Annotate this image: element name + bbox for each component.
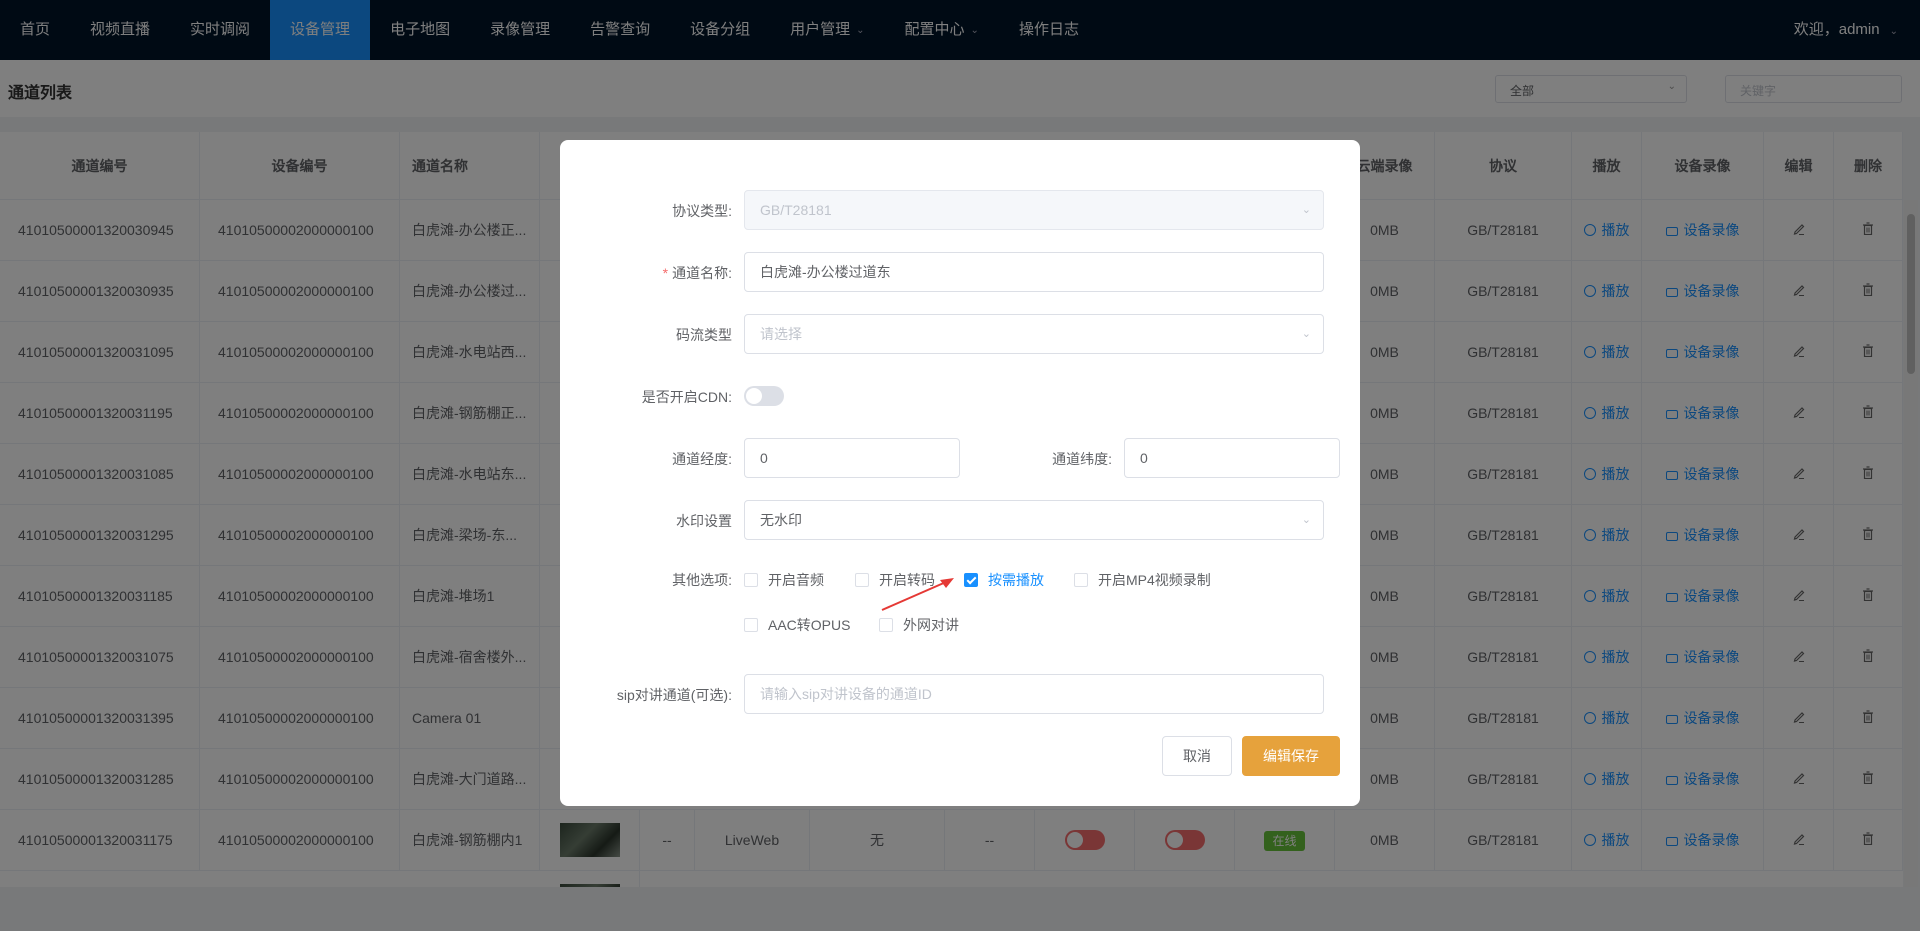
channel-name-label-text: 通道名称: xyxy=(672,265,732,281)
option-label: 开启MP4视频录制 xyxy=(1098,572,1211,588)
option-label: 开启音频 xyxy=(768,572,824,588)
edit-channel-dialog: 协议类型: GB/T28181 ⌄ * 通道名称: 白虎滩-办公楼过道东 码流类型 … xyxy=(560,140,1360,806)
checkbox[interactable] xyxy=(744,618,758,632)
checkbox[interactable] xyxy=(1074,573,1088,587)
option-enable-audio[interactable]: 开启音频 xyxy=(744,570,824,590)
cdn-label: 是否开启CDN: xyxy=(641,389,732,405)
annotation-arrow-icon xyxy=(881,578,954,611)
checkbox[interactable] xyxy=(879,618,893,632)
watermark-select[interactable]: 无水印 ⌄ xyxy=(744,500,1324,540)
stream-type-label: 码流类型 xyxy=(676,327,732,343)
protocol-label: 协议类型: xyxy=(672,203,732,219)
channel-name-label: * 通道名称: xyxy=(663,263,732,283)
required-marker: * xyxy=(662,265,669,281)
cancel-button[interactable]: 取消 xyxy=(1162,736,1232,776)
watermark-value: 无水印 xyxy=(760,512,802,528)
other-options-label: 其他选项: xyxy=(672,572,732,588)
sip-channel-label: sip对讲通道(可选): xyxy=(616,687,732,703)
latitude-label: 通道纬度: xyxy=(1052,451,1112,467)
latitude-input[interactable]: 0 xyxy=(1124,438,1340,478)
longitude-label: 通道经度: xyxy=(672,451,732,467)
checkbox[interactable] xyxy=(855,573,869,587)
stream-type-placeholder: 请选择 xyxy=(760,326,802,342)
cdn-toggle[interactable] xyxy=(744,386,784,406)
chevron-down-icon: ⌄ xyxy=(1301,328,1311,340)
option-label: 按需播放 xyxy=(988,572,1044,588)
channel-name-input[interactable]: 白虎滩-办公楼过道东 xyxy=(744,252,1324,292)
chevron-down-icon: ⌄ xyxy=(1301,204,1311,216)
option-on-demand-play[interactable]: 按需播放 xyxy=(964,570,1044,590)
option-label: AAC转OPUS xyxy=(768,617,851,633)
save-button[interactable]: 编辑保存 xyxy=(1242,736,1340,776)
option-external-intercom[interactable]: 外网对讲 xyxy=(879,615,959,635)
option-aac-to-opus[interactable]: AAC转OPUS xyxy=(744,615,850,635)
checkbox-checked[interactable] xyxy=(964,573,978,587)
option-mp4-record[interactable]: 开启MP4视频录制 xyxy=(1074,570,1211,590)
chevron-down-icon: ⌄ xyxy=(1301,514,1311,526)
protocol-select: GB/T28181 ⌄ xyxy=(744,190,1324,230)
checkbox[interactable] xyxy=(744,573,758,587)
stream-type-select[interactable]: 请选择 ⌄ xyxy=(744,314,1324,354)
longitude-input[interactable]: 0 xyxy=(744,438,960,478)
watermark-label: 水印设置 xyxy=(676,513,732,529)
option-label: 外网对讲 xyxy=(903,617,959,633)
sip-channel-input[interactable]: 请输入sip对讲设备的通道ID xyxy=(744,674,1324,714)
protocol-value: GB/T28181 xyxy=(760,202,832,218)
